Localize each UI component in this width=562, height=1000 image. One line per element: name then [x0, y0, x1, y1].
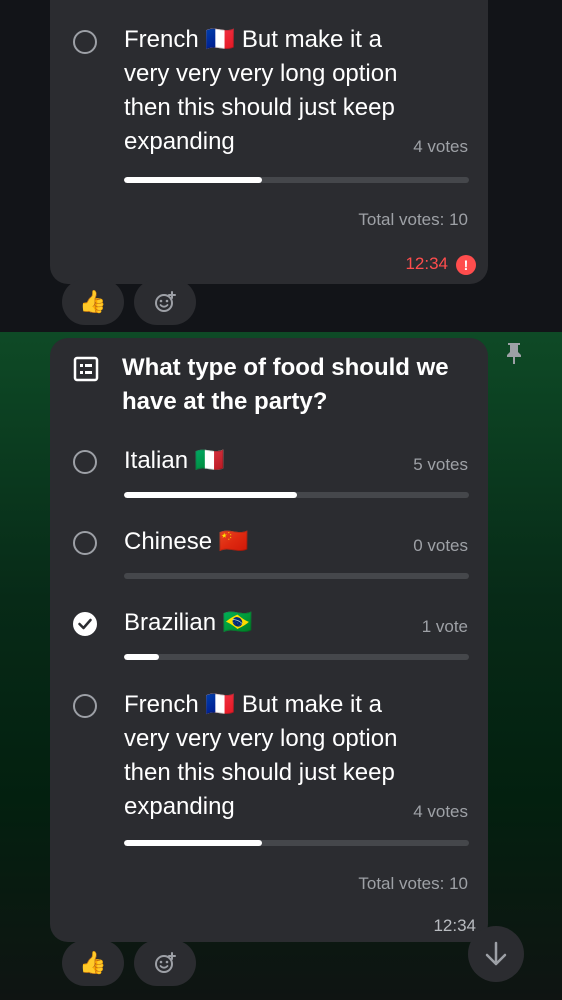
- option-progress-fill: [124, 177, 262, 183]
- add-reaction-icon: [155, 291, 176, 312]
- option-progress-fill: [124, 840, 262, 846]
- add-reaction-button[interactable]: [134, 279, 196, 325]
- option-progress-fill: [124, 654, 159, 660]
- pin-icon[interactable]: [503, 341, 525, 370]
- option-label: Italian 🇮🇹: [124, 447, 225, 474]
- time-text: 12:34: [405, 254, 448, 273]
- option-progress-track: [124, 573, 469, 579]
- reaction-thumbs-up[interactable]: 👍: [62, 279, 124, 325]
- radio-unchecked-icon[interactable]: [73, 30, 97, 54]
- option-label: Chinese 🇨🇳: [124, 528, 249, 555]
- poll-bubble: What type of food should we have at the …: [50, 338, 488, 942]
- arrow-down-icon: [485, 941, 507, 966]
- radio-checked-icon[interactable]: [73, 612, 97, 636]
- option-label: Brazilian 🇧🇷: [124, 609, 253, 636]
- add-reaction-icon: [155, 952, 176, 973]
- message-time: 12:34: [433, 916, 476, 935]
- add-reaction-button[interactable]: [134, 940, 196, 986]
- option-label: French 🇫🇷 But make it a very very very l…: [124, 26, 398, 155]
- poll-question: What type of food should we have at the …: [122, 354, 449, 415]
- option-votes: 0 votes: [413, 536, 468, 555]
- radio-unchecked-icon[interactable]: [73, 531, 97, 555]
- option-progress-fill: [124, 492, 297, 498]
- error-icon[interactable]: !: [456, 254, 476, 275]
- option-progress-track: [124, 177, 469, 183]
- option-progress-track: [124, 654, 469, 660]
- total-votes: Total votes: 10: [358, 210, 468, 229]
- poll-icon: [73, 356, 99, 382]
- total-votes: Total votes: 10: [358, 874, 468, 893]
- reaction-thumbs-up[interactable]: 👍: [62, 940, 124, 986]
- option-progress-track: [124, 492, 469, 498]
- option-progress-track: [124, 840, 469, 846]
- scroll-to-bottom-button[interactable]: [468, 926, 524, 982]
- option-votes: 5 votes: [413, 455, 468, 474]
- option-votes: 4 votes: [413, 802, 468, 821]
- option-votes: 1 vote: [421, 617, 468, 636]
- option-votes: 4 votes: [413, 137, 468, 156]
- radio-unchecked-icon[interactable]: [73, 694, 97, 718]
- previous-poll-bubble: French 🇫🇷 But make it a very very very l…: [50, 0, 488, 284]
- radio-unchecked-icon[interactable]: [73, 450, 97, 474]
- option-label: French 🇫🇷 But make it a very very very l…: [124, 691, 398, 820]
- message-time: 12:34!: [405, 254, 476, 275]
